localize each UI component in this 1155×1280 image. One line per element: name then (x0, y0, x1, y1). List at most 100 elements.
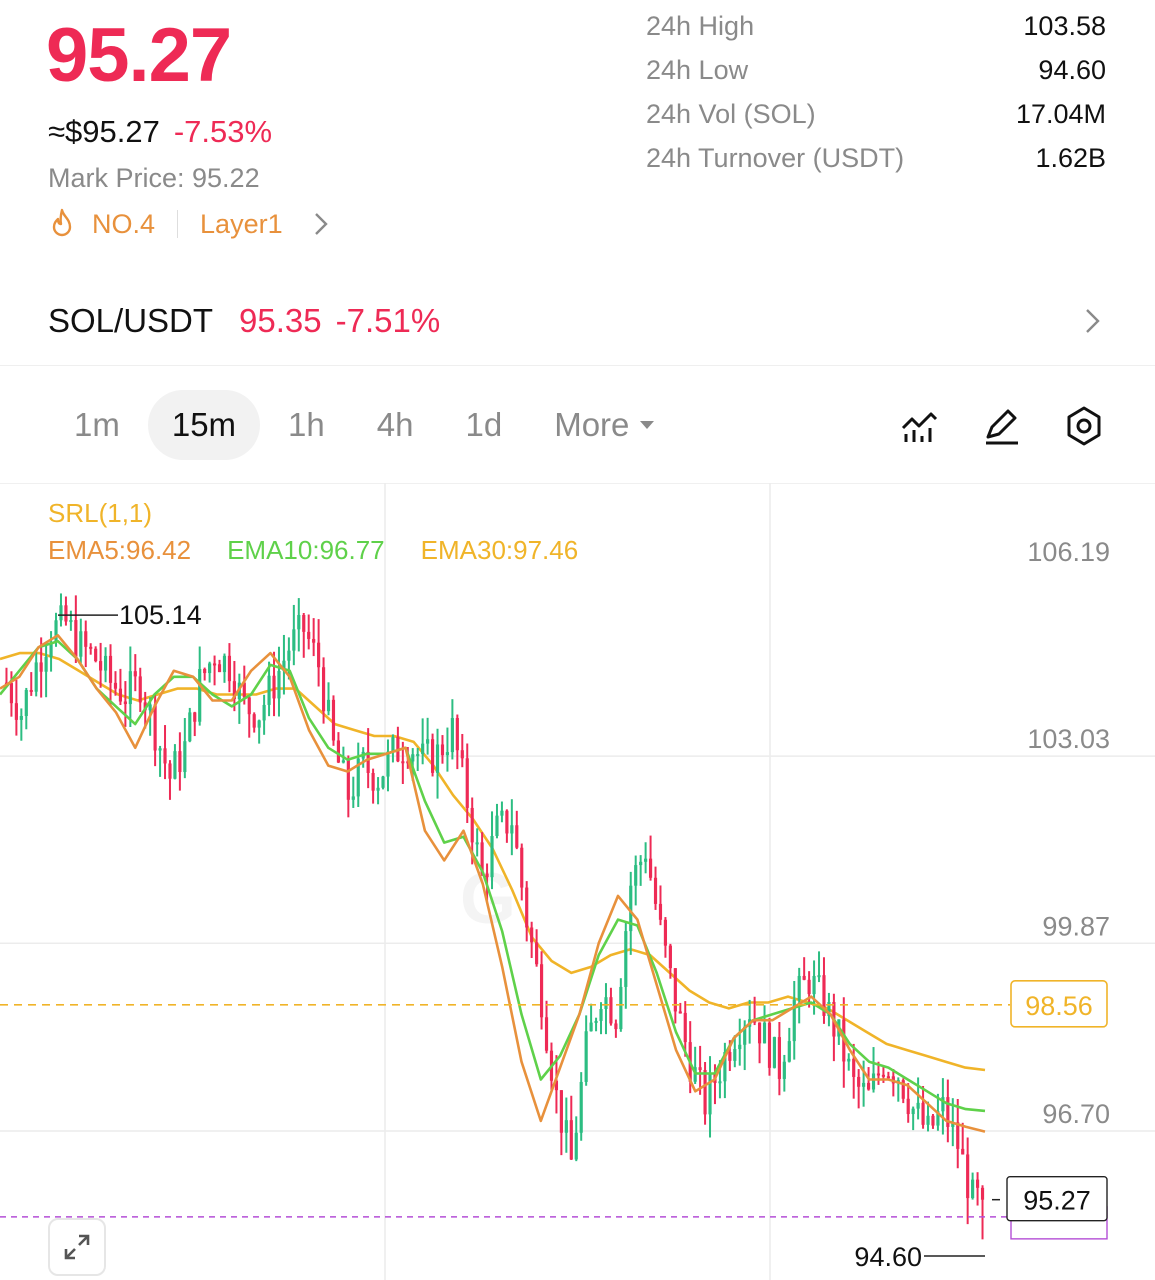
candle (426, 717, 430, 755)
candle (163, 725, 167, 780)
candle (391, 734, 395, 763)
candle (946, 1079, 950, 1143)
candlestick-chart[interactable]: 106.19103.0399.8796.70 G 98.5695.27105.1… (0, 483, 1155, 1280)
candle (500, 801, 504, 823)
flame-icon (48, 208, 76, 240)
overlay-layer: 98.56 95.27 105.14 94.60 (0, 600, 1108, 1272)
candle (302, 612, 306, 658)
candle (123, 681, 127, 727)
candle (450, 699, 454, 760)
stat-row: 24h Low 94.60 (646, 48, 1106, 92)
candle (445, 727, 450, 772)
more-label: More (554, 406, 630, 443)
candle (257, 719, 261, 744)
candle (103, 647, 108, 683)
candle (262, 694, 266, 735)
candle (14, 679, 18, 736)
candle (331, 695, 336, 746)
rank-tag: NO.4 (92, 208, 156, 239)
candle (975, 1172, 980, 1206)
candle (29, 672, 33, 696)
candle (787, 1027, 791, 1063)
candle (609, 987, 613, 1026)
y-tick-label: 103.03 (1027, 724, 1110, 754)
ema30-label: EMA30:97.46 (420, 535, 579, 565)
stat-row: 24h Turnover (USDT) 1.62B (646, 136, 1106, 180)
price-subline: ≈$95.27 -7.53% (48, 114, 272, 150)
candle (614, 1019, 618, 1038)
candle (108, 644, 113, 706)
candle (326, 682, 331, 716)
y-tick-label: 99.87 (1042, 911, 1110, 941)
candle (931, 1114, 935, 1129)
candle (118, 668, 123, 706)
candle (317, 619, 321, 687)
candle (421, 718, 425, 765)
y-tick-label: 106.19 (1027, 537, 1110, 567)
stat-value: 94.60 (1038, 54, 1106, 85)
settings-hex-icon[interactable] (1062, 404, 1106, 448)
candle (658, 885, 663, 926)
candle (515, 810, 519, 850)
candle (133, 654, 137, 692)
last-price-tag: 95.27 (1006, 1175, 1108, 1222)
candle (356, 742, 360, 807)
candle (639, 855, 643, 886)
candle (435, 728, 440, 799)
candle (857, 1069, 861, 1109)
candle (663, 917, 668, 958)
candle (89, 643, 93, 655)
low-marker-label: 94.60 (854, 1242, 922, 1272)
candle (767, 1017, 772, 1076)
fullscreen-button[interactable] (48, 1218, 106, 1276)
candle (757, 1022, 762, 1064)
stat-value: 17.04M (1015, 98, 1106, 129)
candle (817, 951, 821, 983)
timeframe-tabs: 1m 15m 1h 4h 1d More (50, 390, 679, 460)
candle (980, 1185, 985, 1240)
candle (212, 655, 217, 686)
category-tags[interactable]: NO.4 Layer1 (48, 208, 329, 240)
candle (579, 1072, 583, 1141)
stat-value: 1.62B (1035, 142, 1106, 173)
candle (539, 951, 544, 1030)
candle (911, 1106, 915, 1131)
candle (901, 1078, 905, 1104)
draw-pencil-icon[interactable] (980, 404, 1024, 448)
tab-4h[interactable]: 4h (353, 390, 438, 460)
stat-label: 24h Turnover (USDT) (646, 142, 905, 173)
tab-15m[interactable]: 15m (147, 390, 261, 460)
tab-1d[interactable]: 1d (441, 390, 526, 460)
caret-down-icon (639, 420, 655, 430)
candle (584, 1015, 588, 1086)
candle (371, 768, 375, 804)
indicator-icon[interactable] (898, 404, 942, 448)
ema-legend: EMA5:96.42 EMA10:96.77 EMA30:97.46 (48, 535, 578, 566)
pair-change: -7.51% (335, 302, 441, 339)
candle (673, 968, 677, 1024)
candle (158, 745, 162, 777)
candle (64, 596, 68, 626)
candle (693, 1046, 697, 1084)
candle (222, 653, 227, 683)
candle (653, 866, 658, 910)
candle (193, 711, 197, 737)
candle (574, 1116, 578, 1162)
candle (797, 967, 801, 1024)
y-tick-label: 96.70 (1042, 1099, 1110, 1129)
tab-1h[interactable]: 1h (264, 390, 349, 460)
high-marker-label: 105.14 (119, 600, 202, 630)
candle (708, 1056, 712, 1138)
candle (312, 618, 316, 657)
candle (822, 957, 826, 1024)
spot-pair-row[interactable]: SOL/USDT 95.35 -7.51% (0, 290, 1155, 352)
tag-divider (177, 210, 179, 238)
more-timeframes-dropdown[interactable]: More (530, 390, 679, 460)
pair-price: 95.35 (239, 302, 322, 339)
candle (782, 1054, 786, 1092)
candle (168, 760, 172, 800)
candle (520, 843, 524, 901)
tab-1m[interactable]: 1m (50, 390, 144, 460)
candle (455, 714, 459, 770)
change-percent: -7.53% (173, 114, 273, 149)
